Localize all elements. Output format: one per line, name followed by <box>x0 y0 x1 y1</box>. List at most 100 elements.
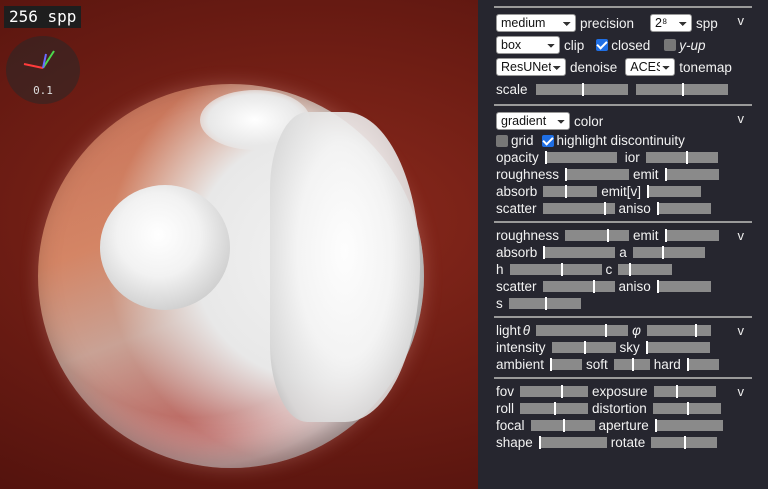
slider-knob[interactable] <box>686 402 689 415</box>
slider-knob[interactable] <box>543 246 546 259</box>
slider-knob[interactable] <box>684 436 687 449</box>
slider-knob[interactable] <box>629 263 632 276</box>
slider-knob[interactable] <box>603 202 606 215</box>
sky-slider[interactable] <box>645 341 710 354</box>
clip-select[interactable]: box <box>496 36 560 54</box>
rotate-slider[interactable] <box>651 436 718 449</box>
medium-emit-slider[interactable] <box>664 229 719 242</box>
hard-slider[interactable] <box>686 358 719 371</box>
medium-a-slider[interactable] <box>632 246 705 259</box>
intensity-label: intensity <box>496 340 546 355</box>
focal-slider[interactable] <box>530 419 595 432</box>
slider-knob[interactable] <box>664 229 667 242</box>
slider-knob[interactable] <box>654 419 657 432</box>
highlight-checkbox[interactable] <box>541 134 554 147</box>
collapse-render-chevron[interactable]: v <box>738 13 745 28</box>
slider-knob[interactable] <box>583 341 586 354</box>
medium-s-slider[interactable] <box>508 297 581 310</box>
slider-knob[interactable] <box>685 151 688 164</box>
slider-knob[interactable] <box>664 168 667 181</box>
slider-knob[interactable] <box>561 385 564 398</box>
slider-knob[interactable] <box>605 324 608 337</box>
aperture-slider[interactable] <box>654 419 723 432</box>
grid-checkbox[interactable] <box>496 134 508 147</box>
exposure-label: exposure <box>592 384 648 399</box>
medium-c-slider[interactable] <box>618 263 673 276</box>
slider-knob[interactable] <box>554 402 557 415</box>
slider-knob[interactable] <box>682 82 684 96</box>
slider-knob[interactable] <box>560 263 563 276</box>
medium-roughness-slider[interactable] <box>565 229 630 242</box>
camera-section: fov exposure v roll distortion focal ape… <box>496 379 758 455</box>
hard-label: hard <box>653 357 681 372</box>
yup-checkbox[interactable] <box>664 39 677 51</box>
slider-knob[interactable] <box>656 280 659 293</box>
slider-knob[interactable] <box>550 358 553 371</box>
slider-knob[interactable] <box>645 341 648 354</box>
slider-knob[interactable] <box>656 202 659 215</box>
slider-knob[interactable] <box>647 185 650 198</box>
material-aniso-slider[interactable] <box>656 202 711 215</box>
color-label: color <box>574 113 604 129</box>
denoise-label: denoise <box>570 59 618 75</box>
ambient-slider[interactable] <box>550 358 583 371</box>
collapse-lighting-chevron[interactable]: v <box>738 323 745 338</box>
slider-knob[interactable] <box>592 280 595 293</box>
slider-knob[interactable] <box>544 151 547 164</box>
collapse-material-chevron[interactable]: v <box>738 111 745 126</box>
roll-slider[interactable] <box>520 402 589 415</box>
material-scatter-label: scatter <box>496 201 537 216</box>
slider-knob[interactable] <box>562 419 565 432</box>
material-absorb-slider[interactable] <box>543 185 598 198</box>
medium-absorb-slider[interactable] <box>543 246 616 259</box>
slider-knob[interactable] <box>661 246 664 259</box>
slider-knob[interactable] <box>565 185 568 198</box>
color-select[interactable]: gradient <box>496 112 570 130</box>
slider-knob[interactable] <box>538 436 541 449</box>
slider-knob[interactable] <box>607 229 610 242</box>
exposure-slider[interactable] <box>653 385 716 398</box>
medium-h-slider[interactable] <box>509 263 602 276</box>
closed-checkbox[interactable] <box>596 39 609 51</box>
medium-h-label: h <box>496 262 504 277</box>
slider-knob[interactable] <box>631 358 634 371</box>
medium-s-label: s <box>496 296 503 311</box>
slider-knob[interactable] <box>544 297 547 310</box>
precision-select[interactable]: medium <box>496 14 576 32</box>
denoise-select[interactable]: ResUNet <box>496 58 566 76</box>
emitv-slider[interactable] <box>647 185 702 198</box>
gizmo-scale-label: 0.1 <box>33 84 53 97</box>
spp-select[interactable]: 2⁸ <box>650 14 693 32</box>
phi-symbol: φ <box>632 323 641 338</box>
ior-slider[interactable] <box>645 151 718 164</box>
scale-slider-a[interactable] <box>536 82 628 96</box>
slider-knob[interactable] <box>675 385 678 398</box>
medium-aniso-slider[interactable] <box>656 280 711 293</box>
axis-gizmo[interactable]: 0.1 <box>6 36 80 104</box>
medium-scatter-slider[interactable] <box>542 280 615 293</box>
distortion-slider[interactable] <box>652 402 721 415</box>
clip-label: clip <box>564 37 585 53</box>
material-scatter-slider[interactable] <box>542 202 615 215</box>
slider-knob[interactable] <box>565 168 568 181</box>
scale-slider-b[interactable] <box>636 82 728 96</box>
slider-knob[interactable] <box>694 324 697 337</box>
medium-roughness-label: roughness <box>496 228 560 243</box>
collapse-medium-chevron[interactable]: v <box>738 228 745 243</box>
opacity-slider[interactable] <box>544 151 617 164</box>
tonemap-select[interactable]: ACES <box>625 58 676 76</box>
collapse-camera-chevron[interactable]: v <box>738 384 745 399</box>
material-roughness-slider[interactable] <box>565 168 630 181</box>
slider-knob[interactable] <box>686 358 689 371</box>
soft-slider[interactable] <box>613 358 650 371</box>
grid-label: grid <box>511 133 534 148</box>
shape-slider[interactable] <box>538 436 607 449</box>
fov-slider[interactable] <box>520 385 589 398</box>
slider-knob[interactable] <box>582 82 584 96</box>
light-phi-slider[interactable] <box>646 324 711 337</box>
intensity-slider[interactable] <box>551 341 616 354</box>
ambient-label: ambient <box>496 357 545 372</box>
material-emit-slider[interactable] <box>664 168 719 181</box>
light-theta-slider[interactable] <box>536 324 629 337</box>
material-section: gradient color v grid highlight disconti… <box>496 106 758 221</box>
